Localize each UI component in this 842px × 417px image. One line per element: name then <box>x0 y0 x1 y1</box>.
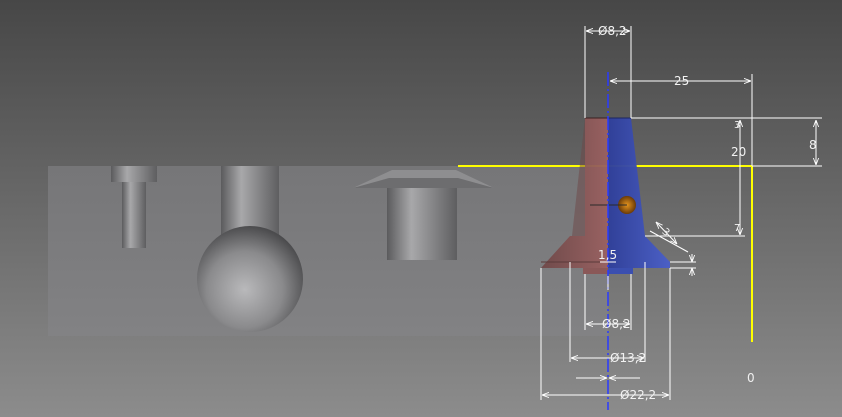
dim-bottom-diameter-large[interactable]: Ø22,2 <box>620 388 656 402</box>
dim-bottom-diameter-small[interactable]: Ø8,2 <box>602 317 631 331</box>
model-canvas[interactable] <box>0 0 842 417</box>
dim-offset-25[interactable]: 25 <box>674 74 689 88</box>
cad-viewport[interactable]: Ø8,2 25 20 8 3 7 1,5 3 Ø8,2 Ø13,2 Ø22,2 … <box>0 0 842 417</box>
dim-flange-1-5[interactable]: 1,5 <box>598 248 617 262</box>
dim-small-7[interactable]: 7 <box>734 222 740 236</box>
dim-bottom-diameter-mid[interactable]: Ø13,2 <box>610 351 646 365</box>
dim-small-3[interactable]: 3 <box>734 119 740 133</box>
dim-top-diameter[interactable]: Ø8,2 <box>598 24 627 38</box>
dim-depth-8[interactable]: 8 <box>809 138 817 152</box>
dim-height-20[interactable]: 20 <box>731 145 746 159</box>
origin-label: 0 <box>747 371 755 385</box>
